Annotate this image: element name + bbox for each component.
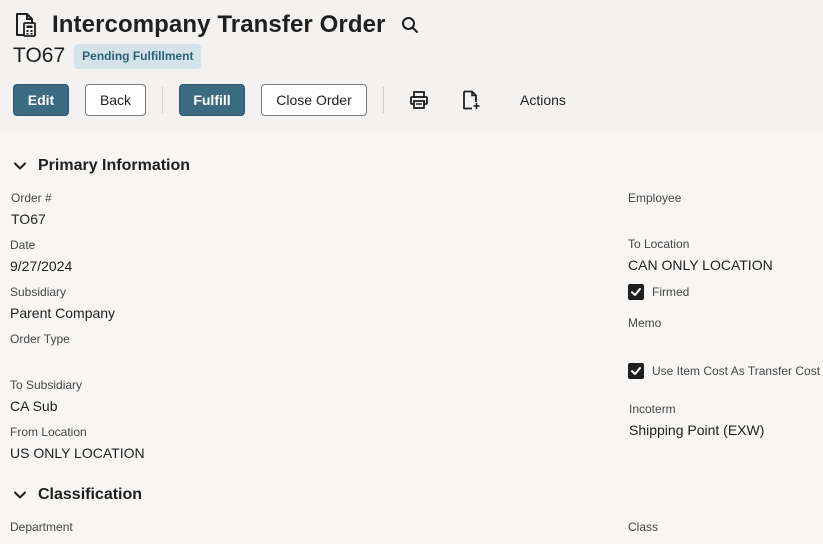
close-order-button[interactable]: Close Order: [261, 84, 367, 116]
record-subtitle: TO67 Pending Fulfillment: [13, 43, 202, 69]
new-document-icon[interactable]: [458, 87, 484, 113]
classification-header[interactable]: Classification: [12, 486, 142, 504]
toolbar-divider: [383, 87, 384, 113]
toolbar-divider: [162, 87, 163, 113]
to-location-value: CAN ONLY LOCATION: [628, 257, 773, 273]
date-value: 9/27/2024: [10, 258, 73, 274]
incoterm-value: Shipping Point (EXW): [629, 422, 765, 438]
status-badge: Pending Fulfillment: [74, 43, 202, 69]
actions-menu[interactable]: Actions: [520, 92, 566, 108]
department-label: Department: [10, 520, 73, 534]
to-subsidiary-label: To Subsidiary: [10, 378, 83, 392]
page-title: Intercompany Transfer Order: [52, 11, 386, 38]
checkmark-icon: [631, 288, 641, 296]
to-location-label: To Location: [628, 237, 690, 251]
primary-information-header[interactable]: Primary Information: [12, 157, 190, 175]
chevron-down-icon: [12, 158, 28, 174]
fulfill-button[interactable]: Fulfill: [179, 84, 245, 116]
firmed-label: Firmed: [652, 285, 690, 299]
edit-button[interactable]: Edit: [13, 84, 69, 116]
subsidiary-value: Parent Company: [10, 305, 116, 321]
document-calculator-icon: [12, 11, 40, 39]
back-button[interactable]: Back: [85, 84, 146, 116]
class-label: Class: [628, 520, 659, 534]
order-type-label: Order Type: [10, 332, 70, 346]
use-item-cost-checkbox[interactable]: [628, 363, 644, 379]
subsidiary-label: Subsidiary: [10, 285, 67, 299]
from-location-value: US ONLY LOCATION: [10, 445, 145, 461]
order-number-value: TO67: [11, 211, 46, 227]
search-icon[interactable]: [399, 14, 421, 36]
page-header: Intercompany Transfer Order TO67 Pending…: [0, 0, 823, 133]
checkmark-icon: [631, 367, 641, 375]
section-title: Classification: [38, 486, 143, 503]
record-id: TO67: [13, 44, 66, 67]
print-icon[interactable]: [406, 87, 432, 113]
from-location-label: From Location: [10, 425, 87, 439]
order-number-label: Order #: [11, 191, 52, 205]
section-title: Primary Information: [38, 157, 191, 174]
employee-label: Employee: [628, 191, 682, 205]
to-subsidiary-value: CA Sub: [10, 398, 58, 414]
chevron-down-icon: [12, 487, 28, 503]
title-row: Intercompany Transfer Order: [12, 10, 421, 40]
use-item-cost-label: Use Item Cost As Transfer Cost: [652, 364, 821, 378]
incoterm-label: Incoterm: [629, 402, 676, 416]
firmed-checkbox[interactable]: [628, 284, 644, 300]
toolbar: Edit Back Fulfill Close Order Actions: [13, 84, 566, 116]
memo-label: Memo: [628, 316, 662, 330]
date-label: Date: [10, 238, 36, 252]
